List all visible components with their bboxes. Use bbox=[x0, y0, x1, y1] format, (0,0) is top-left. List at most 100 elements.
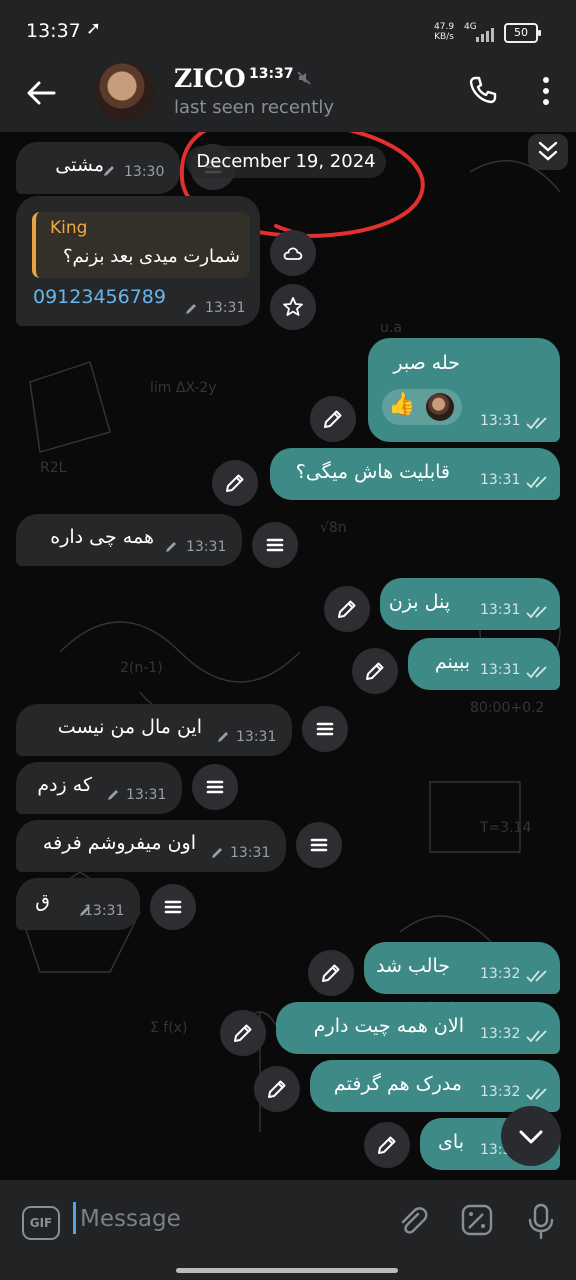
message-action-button[interactable] bbox=[150, 884, 196, 930]
svg-text:lim ΔX-2y: lim ΔX-2y bbox=[150, 380, 217, 396]
message-bubble[interactable]: قابلیت هاش میگی؟ 13:31 bbox=[270, 448, 560, 500]
pencil-icon bbox=[338, 600, 356, 618]
message-text: مدرک هم گرفتم bbox=[333, 1073, 462, 1095]
pencil-icon bbox=[378, 1136, 396, 1154]
message-text: که زدم bbox=[37, 774, 92, 796]
message-time: 13:31 bbox=[480, 413, 521, 429]
contact-name[interactable]: ZICO bbox=[174, 64, 246, 93]
message-action-button[interactable] bbox=[296, 822, 342, 868]
microphone-icon[interactable] bbox=[526, 1202, 556, 1240]
location-arrow-icon: ➚ bbox=[86, 18, 102, 39]
edit-message-button[interactable] bbox=[308, 950, 354, 996]
message-time: 13:31 bbox=[480, 472, 521, 488]
reply-quote[interactable]: King شمارت میدی بعد بزنم؟ bbox=[32, 212, 250, 278]
sticker-emoji-icon[interactable] bbox=[459, 1202, 495, 1238]
network-speed: 47.9 KB/s bbox=[434, 22, 454, 42]
read-checkmarks-icon bbox=[526, 1088, 547, 1101]
more-options-icon[interactable] bbox=[540, 76, 552, 106]
message-text: جالب شد bbox=[376, 955, 450, 977]
message-time: 13:31 bbox=[186, 539, 227, 555]
edited-pencil-icon bbox=[104, 166, 114, 176]
edit-message-button[interactable] bbox=[220, 1010, 266, 1056]
message-time: 13:32 bbox=[480, 1084, 521, 1100]
message-text: ببینم bbox=[434, 651, 470, 673]
edit-message-button[interactable] bbox=[254, 1066, 300, 1112]
thumbs-up-reaction: 👍 bbox=[388, 392, 416, 417]
message-time: 13:31 bbox=[230, 845, 271, 861]
menu-lines-icon bbox=[266, 538, 284, 552]
svg-text:2(n-1): 2(n-1) bbox=[120, 660, 163, 676]
edit-message-button[interactable] bbox=[352, 648, 398, 694]
status-time: 13:37 bbox=[26, 20, 81, 42]
gif-icon[interactable]: GIF bbox=[22, 1206, 60, 1240]
edit-message-button[interactable] bbox=[310, 396, 356, 442]
home-indicator[interactable] bbox=[176, 1268, 398, 1273]
message-bubble[interactable]: که زدم 13:31 bbox=[16, 762, 182, 814]
message-bubble[interactable]: ق 13:31 bbox=[16, 878, 140, 930]
message-bubble[interactable]: همه چی داره 13:31 bbox=[16, 514, 242, 566]
signal-icon bbox=[476, 26, 498, 42]
phone-number-link[interactable]: 09123456789 bbox=[33, 286, 166, 308]
cloud-icon bbox=[283, 247, 303, 260]
menu-lines-icon bbox=[316, 722, 334, 736]
phone-call-icon[interactable] bbox=[467, 74, 499, 106]
message-time: 13:30 bbox=[124, 164, 165, 180]
message-bubble[interactable]: جالب شد 13:32 bbox=[364, 942, 560, 994]
edit-message-button[interactable] bbox=[364, 1122, 410, 1168]
message-time: 13:31 bbox=[480, 602, 521, 618]
svg-text:Σ f(x): Σ f(x) bbox=[150, 1020, 187, 1036]
message-action-button[interactable] bbox=[252, 522, 298, 568]
back-arrow-icon[interactable] bbox=[24, 76, 58, 110]
message-time: 13:31 bbox=[205, 300, 246, 316]
menu-lines-icon bbox=[310, 838, 328, 852]
message-bubble[interactable]: مدرک هم گرفتم 13:32 bbox=[310, 1060, 560, 1112]
save-to-cloud-button[interactable] bbox=[270, 230, 316, 276]
message-action-button[interactable] bbox=[302, 706, 348, 752]
chevron-down-icon bbox=[519, 1130, 543, 1144]
pencil-icon bbox=[324, 410, 342, 428]
network-type: 4G bbox=[464, 22, 477, 32]
menu-lines-icon bbox=[164, 900, 182, 914]
message-text: همه چی داره bbox=[50, 526, 154, 548]
attach-paperclip-icon[interactable] bbox=[396, 1204, 430, 1238]
svg-text:T=3.14: T=3.14 bbox=[479, 820, 532, 836]
message-text: پنل بزن bbox=[388, 591, 450, 613]
message-reaction[interactable]: 👍 bbox=[382, 389, 462, 425]
message-bubble[interactable]: اون میفروشم فرفه 13:31 bbox=[16, 820, 286, 872]
network-speed-unit: KB/s bbox=[434, 32, 454, 42]
scroll-to-top-button[interactable] bbox=[528, 134, 568, 170]
message-time: 13:32 bbox=[480, 1026, 521, 1042]
svg-text:√8n: √8n bbox=[320, 520, 347, 536]
star-icon bbox=[283, 297, 303, 316]
message-bubble[interactable]: مشتی 13:30 bbox=[16, 142, 180, 194]
text-cursor bbox=[73, 1202, 76, 1234]
message-action-button[interactable] bbox=[192, 764, 238, 810]
network-speed-value: 47.9 bbox=[434, 22, 455, 32]
contact-name-time: 13:37 bbox=[249, 66, 294, 82]
message-time: 13:31 bbox=[126, 787, 167, 803]
read-checkmarks-icon bbox=[526, 970, 547, 983]
scroll-to-bottom-button[interactable] bbox=[501, 1106, 561, 1166]
svg-text:u.a: u.a bbox=[380, 320, 402, 336]
message-bubble[interactable]: پنل بزن 13:31 bbox=[380, 578, 560, 630]
message-text: بای bbox=[438, 1131, 464, 1153]
message-input[interactable] bbox=[78, 1198, 342, 1240]
message-bubble[interactable]: این مال من نیست 13:31 bbox=[16, 704, 292, 756]
edit-message-button[interactable] bbox=[212, 460, 258, 506]
pencil-icon bbox=[322, 964, 340, 982]
chat-area[interactable]: R2Llim ΔX-2y u.a80:00+0.2 T=3.142(n-1) x… bbox=[0, 132, 576, 1180]
message-text: مشتی bbox=[55, 154, 104, 176]
message-bubble[interactable]: ببینم 13:31 bbox=[408, 638, 560, 690]
read-checkmarks-icon bbox=[526, 1030, 547, 1043]
status-bar: 13:37 ➚ 47.9 KB/s 4G 50 bbox=[0, 0, 576, 60]
edited-pencil-icon bbox=[218, 732, 228, 742]
message-bubble[interactable]: الان همه چیت دارم 13:32 bbox=[276, 1002, 560, 1054]
message-time: 13:31 bbox=[84, 903, 125, 919]
message-text: قابلیت هاش میگی؟ bbox=[295, 461, 450, 483]
favorite-button[interactable] bbox=[270, 284, 316, 330]
edit-message-button[interactable] bbox=[324, 586, 370, 632]
message-composer: GIF bbox=[0, 1180, 576, 1280]
muted-icon bbox=[297, 71, 311, 85]
reply-author: King bbox=[50, 218, 88, 238]
avatar[interactable] bbox=[95, 62, 155, 122]
